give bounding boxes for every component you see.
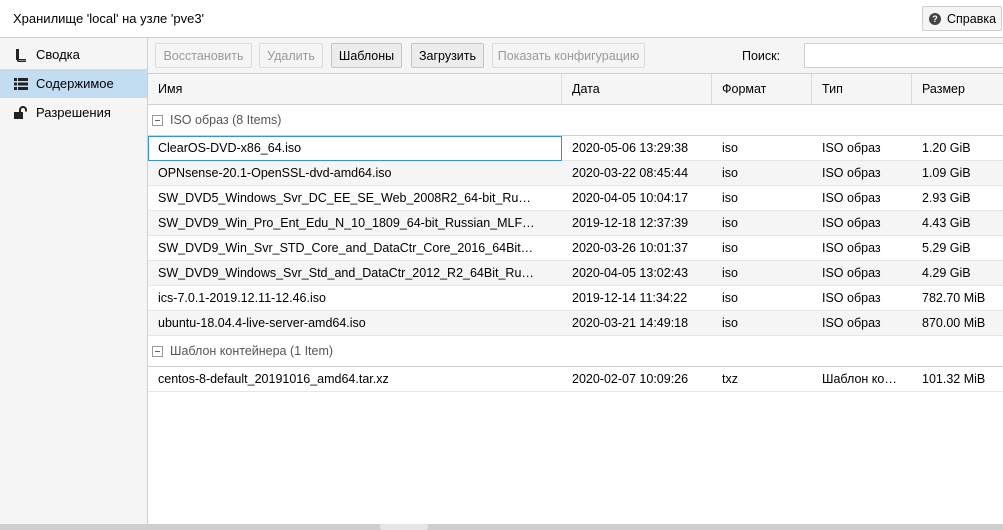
group-header[interactable]: ISO образ (8 Items) xyxy=(148,105,1003,136)
delete-button[interactable]: Удалить xyxy=(259,43,323,68)
cell-date: 2020-04-05 10:04:17 xyxy=(572,191,689,205)
table-row[interactable]: SW_DVD9_Win_Pro_Ent_Edu_N_10_1809_64-bit… xyxy=(148,211,1003,236)
resize-handle[interactable] xyxy=(380,524,428,530)
cell-size: 101.32 MiB xyxy=(922,372,986,386)
table-row[interactable]: centos-8-default_20191016_amd64.tar.xz 20… xyxy=(148,367,1003,392)
cell-date: 2020-03-21 14:49:18 xyxy=(572,316,689,330)
group-header[interactable]: Шаблон контейнера (1 Item) xyxy=(148,336,1003,367)
title-bar: Хранилище 'local' на узле 'pve3' ? Справ… xyxy=(0,0,1003,38)
cell-size: 5.29 GiB xyxy=(922,241,971,255)
grid-header: Имя Дата Формат Тип Размер xyxy=(148,74,1003,105)
cell-name: centos-8-default_20191016_amd64.tar.xz xyxy=(158,372,389,386)
cell-date: 2020-05-06 13:29:38 xyxy=(572,141,689,155)
sidebar: Сводка Содержимое Разрешения xyxy=(0,38,148,524)
cell-format: iso xyxy=(722,166,738,180)
sidebar-item-label: Содержимое xyxy=(36,76,114,91)
window-title: Хранилище 'local' на узле 'pve3' xyxy=(13,11,205,26)
cell-type: Шаблон ко… xyxy=(822,372,897,386)
cell-name: ClearOS-DVD-x86_64.iso xyxy=(148,136,562,161)
cell-size: 4.29 GiB xyxy=(922,266,971,280)
sidebar-item-label: Разрешения xyxy=(36,105,111,120)
cell-size: 1.20 GiB xyxy=(922,141,971,155)
cell-type: ISO образ xyxy=(822,291,881,305)
cell-name: SW_DVD9_Win_Pro_Ent_Edu_N_10_1809_64-bit… xyxy=(158,216,535,230)
cell-size: 4.43 GiB xyxy=(922,216,971,230)
cell-name: SW_DVD9_Win_Svr_STD_Core_and_DataCtr_Cor… xyxy=(158,241,534,255)
column-header-date[interactable]: Дата xyxy=(562,74,712,105)
cell-date: 2020-03-26 10:01:37 xyxy=(572,241,689,255)
help-button-label: Справка xyxy=(947,11,997,26)
column-header-format[interactable]: Формат xyxy=(712,74,812,105)
cell-type: ISO образ xyxy=(822,191,881,205)
show-config-button[interactable]: Показать конфигурацию xyxy=(492,43,645,68)
cell-date: 2019-12-18 12:37:39 xyxy=(572,216,689,230)
search-input[interactable] xyxy=(804,43,1003,68)
cell-type: ISO образ xyxy=(822,166,881,180)
cell-type: ISO образ xyxy=(822,316,881,330)
cell-type: ISO образ xyxy=(822,216,881,230)
cell-date: 2019-12-14 11:34:22 xyxy=(572,291,688,305)
column-header-type[interactable]: Тип xyxy=(812,74,912,105)
cell-size: 1.09 GiB xyxy=(922,166,971,180)
sidebar-item-permissions[interactable]: Разрешения xyxy=(0,98,147,127)
collapse-icon[interactable] xyxy=(152,114,163,126)
book-icon xyxy=(14,48,28,62)
search-label: Поиск: xyxy=(742,49,781,63)
cell-size: 2.93 GiB xyxy=(922,191,971,205)
table-row[interactable]: ubuntu-18.04.4-live-server-amd64.iso 2020… xyxy=(148,311,1003,336)
cell-name: OPNsense-20.1-OpenSSL-dvd-amd64.iso xyxy=(158,166,392,180)
cell-type: ISO образ xyxy=(822,241,881,255)
cell-format: iso xyxy=(722,191,738,205)
table-row[interactable]: SW_DVD9_Win_Svr_STD_Core_and_DataCtr_Cor… xyxy=(148,236,1003,261)
table-row[interactable]: ClearOS-DVD-x86_64.iso 2020-05-06 13:29:3… xyxy=(148,136,1003,161)
cell-size: 870.00 MiB xyxy=(922,316,986,330)
unlock-icon xyxy=(14,105,28,120)
question-circle-icon: ? xyxy=(929,12,941,25)
cell-size: 782.70 MiB xyxy=(922,291,986,305)
cell-name: ics-7.0.1-2019.12.11-12.46.iso xyxy=(158,291,326,305)
cell-name: ubuntu-18.04.4-live-server-amd64.iso xyxy=(158,316,366,330)
table-row[interactable]: ics-7.0.1-2019.12.11-12.46.iso 2019-12-14… xyxy=(148,286,1003,311)
cell-format: txz xyxy=(722,372,738,386)
table-row[interactable]: OPNsense-20.1-OpenSSL-dvd-amd64.iso 2020-… xyxy=(148,161,1003,186)
content-panel: Восстановить Удалить Шаблоны Загрузить П… xyxy=(148,38,1003,524)
cell-format: iso xyxy=(722,141,738,155)
cell-format: iso xyxy=(722,266,738,280)
cell-format: iso xyxy=(722,291,738,305)
sidebar-item-summary[interactable]: Сводка xyxy=(0,40,147,69)
collapse-icon[interactable] xyxy=(152,345,163,357)
cell-format: iso xyxy=(722,216,738,230)
table-row[interactable]: SW_DVD9_Windows_Svr_Std_and_DataCtr_2012… xyxy=(148,261,1003,286)
cell-name: SW_DVD9_Windows_Svr_Std_and_DataCtr_2012… xyxy=(158,266,534,280)
group-label: Шаблон контейнера (1 Item) xyxy=(170,344,334,358)
bottom-border xyxy=(0,524,1003,530)
cell-format: iso xyxy=(722,316,738,330)
templates-button[interactable]: Шаблоны xyxy=(331,43,402,68)
restore-button[interactable]: Восстановить xyxy=(155,43,252,68)
sidebar-item-content[interactable]: Содержимое xyxy=(0,69,147,98)
table-row[interactable]: SW_DVD5_Windows_Svr_DC_EE_SE_Web_2008R2_… xyxy=(148,186,1003,211)
help-button[interactable]: ? Справка xyxy=(922,6,1002,31)
cell-name: SW_DVD5_Windows_Svr_DC_EE_SE_Web_2008R2_… xyxy=(158,191,531,205)
sidebar-item-label: Сводка xyxy=(36,47,80,62)
toolbar: Восстановить Удалить Шаблоны Загрузить П… xyxy=(148,38,1003,74)
cell-date: 2020-03-22 08:45:44 xyxy=(572,166,689,180)
cell-date: 2020-04-05 13:02:43 xyxy=(572,266,689,280)
cell-type: ISO образ xyxy=(822,266,881,280)
column-header-size[interactable]: Размер xyxy=(912,74,1003,105)
group-label: ISO образ (8 Items) xyxy=(170,113,282,127)
upload-button[interactable]: Загрузить xyxy=(411,43,484,68)
cell-type: ISO образ xyxy=(822,141,881,155)
cell-format: iso xyxy=(722,241,738,255)
grid-icon xyxy=(14,77,28,91)
column-header-name[interactable]: Имя xyxy=(148,74,562,105)
cell-date: 2020-02-07 10:09:26 xyxy=(572,372,689,386)
